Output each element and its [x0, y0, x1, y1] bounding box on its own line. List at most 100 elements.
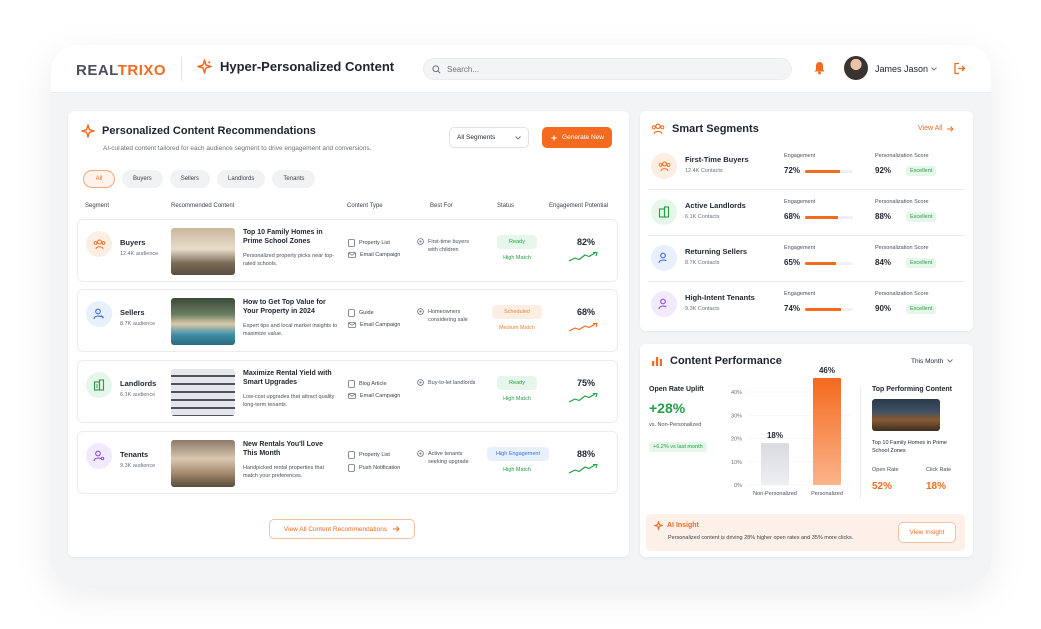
content-thumbnail[interactable] — [171, 369, 235, 416]
filter-landlords[interactable]: Landlords — [217, 170, 266, 188]
segment-item[interactable]: High-Intent Tenants 9.3K Contacts Engage… — [648, 282, 965, 328]
segment-audience: 8.7K audience — [120, 321, 156, 327]
best-for-text: Active tenants seeking upgrade — [428, 451, 469, 465]
table-row[interactable]: Landlords 6.1K audience Maximize Rental … — [77, 360, 618, 423]
best-for: Active tenants seeking upgrade — [417, 450, 478, 466]
building-icon — [86, 372, 112, 398]
divider — [860, 386, 861, 498]
x-category-label: Personalized — [811, 491, 843, 497]
smart-segments-header: Smart Segments — [651, 123, 759, 135]
content-title[interactable]: Maximize Rental Yield with Smart Upgrade… — [243, 369, 333, 387]
filter-sellers[interactable]: Sellers — [169, 170, 211, 188]
bar-data-label: 18% — [767, 431, 783, 440]
filter-tenants[interactable]: Tenants — [272, 170, 316, 188]
smart-segments-card: Smart Segments View All First-Time Buyer… — [640, 111, 973, 331]
content-description: Expert tips and local market insights to… — [243, 323, 338, 337]
best-for: First-time buyers with children — [417, 238, 478, 254]
segment-contacts: 9.3K Contacts — [685, 306, 720, 312]
content-description: Low-cost upgrades that attract quality l… — [243, 394, 335, 408]
y-tick-label: 0% — [734, 483, 742, 489]
content-type-label: Property List — [359, 240, 390, 246]
trend-up-icon — [568, 251, 598, 262]
engagement-value: 68% — [784, 212, 801, 221]
content-type-label: Push Notification — [359, 465, 401, 471]
users-icon — [651, 123, 665, 135]
email-icon — [348, 393, 356, 399]
segment-item[interactable]: Returning Sellers 8.7K Contacts Engageme… — [648, 236, 965, 282]
score-label: Personalization Score — [875, 245, 929, 251]
engagement-potential: 68% — [577, 307, 596, 317]
y-tick-label: 10% — [731, 460, 742, 466]
logo[interactable]: REALTRIXO — [76, 62, 166, 79]
sparkle-icon — [197, 59, 212, 74]
engagement-bar-fill — [805, 170, 840, 173]
document-icon — [348, 309, 355, 317]
engagement-potential: 75% — [577, 378, 596, 388]
target-icon — [417, 450, 424, 457]
content-thumbnail[interactable] — [171, 440, 235, 487]
user-key-icon — [651, 291, 677, 317]
content-title[interactable]: How to Get Top Value for Your Property i… — [243, 298, 333, 316]
recommendations-title: Personalized Content Recommendations — [102, 125, 316, 137]
table-row[interactable]: Sellers 8.7K audience How to Get Top Val… — [77, 289, 618, 352]
view-all-recommendations-button[interactable]: View All Content Recommendations — [269, 519, 415, 539]
content-description: Handpicked rental properties that match … — [243, 465, 325, 479]
engagement-bar-fill — [805, 216, 838, 219]
logout-icon[interactable] — [953, 62, 966, 75]
segment-filters: All Buyers Sellers Landlords Tenants — [83, 170, 316, 188]
click-rate-value: 18% — [926, 481, 947, 492]
content-thumbnail[interactable] — [171, 298, 235, 345]
status-badge: High Engagement — [487, 447, 549, 461]
view-insight-button[interactable]: View Insight — [898, 522, 956, 543]
bar-personalized — [813, 378, 841, 485]
content-title[interactable]: New Rentals You'll Love This Month — [243, 440, 333, 458]
match-level: High Match — [503, 255, 531, 261]
content-title[interactable]: Top 10 Family Homes in Prime School Zone… — [243, 228, 333, 246]
document-icon — [348, 380, 355, 388]
segment-audience: 12.4K audience — [120, 251, 159, 257]
ai-insight-header: AI Insight — [654, 521, 699, 530]
search-input[interactable] — [447, 64, 747, 74]
avatar[interactable] — [844, 56, 868, 80]
generate-new-button[interactable]: Generate New — [542, 127, 612, 148]
segment-select[interactable]: All Segments — [449, 127, 529, 148]
users-icon — [86, 231, 112, 257]
engagement-label: Engagement — [784, 291, 816, 297]
trend-up-icon — [568, 322, 598, 332]
segment-item[interactable]: First-Time Buyers 12.4K Contacts Engagem… — [648, 144, 965, 190]
segment-name: Sellers — [120, 308, 145, 317]
generate-new-label: Generate New — [562, 134, 604, 141]
recommendations-header: Personalized Content Recommendations — [81, 124, 316, 138]
table-row[interactable]: Tenants 9.3K audience New Rentals You'll… — [77, 431, 618, 494]
content-thumbnail[interactable] — [171, 228, 235, 275]
content-type-primary: Property List — [348, 239, 390, 247]
segment-name: Buyers — [120, 238, 146, 247]
user-edit-icon — [651, 245, 677, 271]
view-all-segments-link[interactable]: View All — [918, 125, 955, 132]
segment-item[interactable]: Active Landlords 6.1K Contacts Engagemen… — [648, 190, 965, 236]
filter-buyers[interactable]: Buyers — [122, 170, 163, 188]
engagement-bar — [805, 170, 853, 173]
table-row[interactable]: Buyers 12.4K audience Top 10 Family Home… — [77, 219, 618, 282]
content-type-label: Email Campaign — [360, 393, 401, 399]
segment-name: High-Intent Tenants — [685, 293, 755, 302]
filter-all[interactable]: All — [83, 170, 115, 188]
chevron-down-icon — [931, 67, 937, 71]
top-content-name[interactable]: Top 10 Family Homes in Prime School Zone… — [872, 439, 954, 455]
status-badge: Scheduled — [492, 305, 542, 319]
rating-badge: Excellent — [906, 166, 937, 176]
content-type-primary: Guide — [348, 309, 374, 317]
bell-icon[interactable] — [813, 61, 826, 75]
trend-up-icon — [568, 392, 598, 403]
open-rate-label: Open Rate — [872, 467, 899, 473]
column-header-content: Recommended Content — [171, 203, 235, 209]
engagement-bar — [805, 216, 853, 219]
column-header-status: Status — [497, 203, 515, 209]
segment-contacts: 6.1K Contacts — [685, 214, 720, 220]
search-box[interactable] — [423, 58, 792, 80]
user-menu[interactable]: James Jason — [875, 64, 937, 74]
x-category-label: Non-Personalized — [753, 491, 797, 497]
email-icon — [348, 322, 356, 328]
top-content-thumbnail[interactable] — [872, 399, 940, 431]
content-type-label: Email Campaign — [360, 322, 401, 328]
